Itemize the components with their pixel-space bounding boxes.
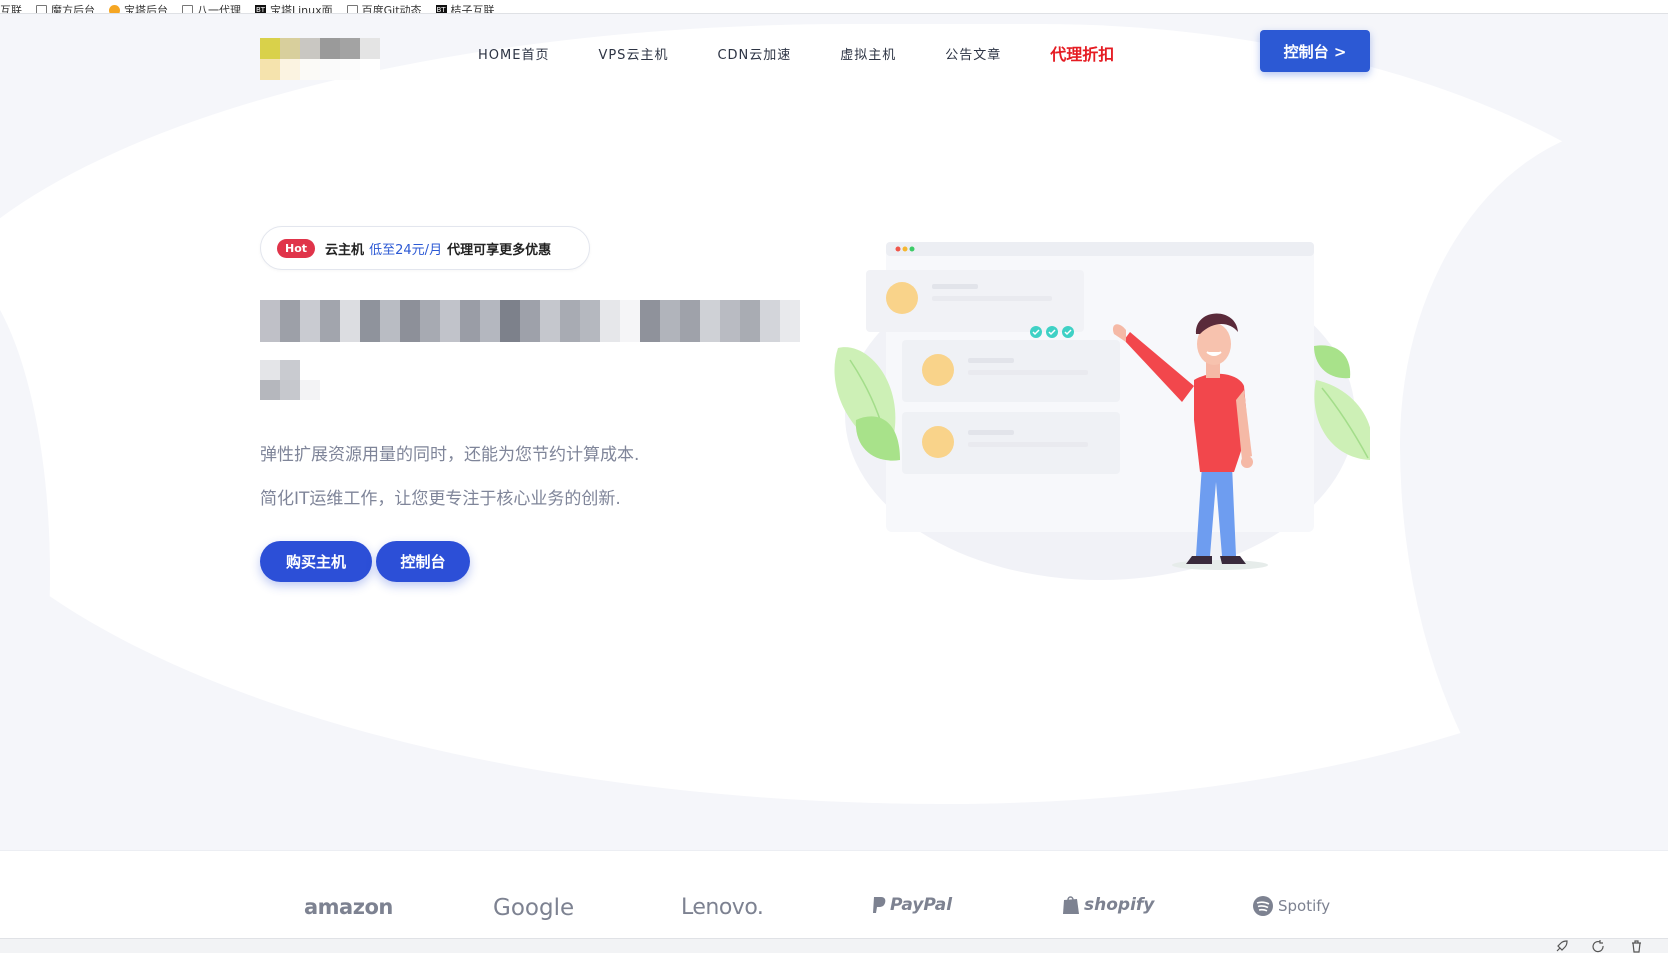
bookmark-label: 互联: [0, 4, 22, 14]
trash-icon[interactable]: [1630, 940, 1643, 953]
buy-host-button[interactable]: 购买主机: [260, 541, 372, 582]
console-header-button[interactable]: 控制台 >: [1260, 30, 1370, 72]
nav-announcements[interactable]: 公告文章: [945, 44, 1001, 63]
bookmark-item[interactable]: BT 桔子互联: [435, 2, 495, 14]
bookmark-item[interactable]: BT 宝塔Linux面: [255, 2, 333, 14]
brand-label: Google: [493, 895, 575, 921]
hero-subtitle: 简化IT运维工作，让您更专注于核心业务的创新.: [260, 489, 621, 509]
main-nav: HOME首页 VPS云主机 CDN云加速 虚拟主机 公告文章 代理折扣: [478, 38, 1163, 68]
bookmark-item[interactable]: 宝塔后台: [109, 2, 168, 14]
brand-label: Lenovo.: [681, 895, 764, 920]
promo-text-product: 云主机: [325, 242, 365, 258]
rocket-icon[interactable]: [1555, 940, 1568, 953]
shopify-logo: shopify: [1062, 895, 1154, 915]
bt-icon: BT: [255, 4, 266, 14]
brand-label: PayPal: [890, 895, 953, 915]
bookmark-label: 八一代理: [197, 4, 241, 14]
promo-text-price: 低至24元/月: [369, 242, 443, 258]
promo-pill[interactable]: Hot 云主机 低至24元/月 代理可享更多优惠: [260, 226, 590, 270]
nav-home[interactable]: HOME首页: [478, 44, 549, 63]
bt-icon: BT: [435, 4, 447, 14]
bookmark-label: 魔方后台: [51, 4, 95, 14]
hero-subtitle: 弹性扩展资源用量的同时，还能为您节约计算成本.: [260, 445, 640, 465]
browser-status-bar: [0, 938, 1668, 953]
nav-vps[interactable]: VPS云主机: [598, 44, 668, 63]
spotify-logo: Spotify: [1252, 895, 1330, 917]
promo-text-agent: 代理可享更多优惠: [447, 242, 552, 258]
message-card-icon: [866, 270, 1084, 332]
google-logo: Google: [493, 895, 574, 921]
bookmark-label: 宝塔后台: [124, 4, 168, 14]
hero-illustration: [834, 242, 1370, 580]
lenovo-logo: Lenovo.: [681, 895, 764, 920]
check-dots-icon: [1030, 326, 1074, 338]
nav-virtual-host[interactable]: 虚拟主机: [840, 44, 896, 63]
bookmark-label: 宝塔Linux面: [270, 4, 333, 14]
hot-badge: Hot: [277, 238, 316, 258]
bookmarks-bar: 互联 魔方后台 宝塔后台 八一代理 BT 宝塔Linux面 百度Git动态 BT 桔…: [0, 0, 1668, 14]
shopify-bag-icon: [1063, 896, 1079, 914]
paypal-logo: PayPal: [872, 895, 952, 915]
paypal-icon: [873, 897, 886, 913]
refresh-icon[interactable]: [1592, 940, 1605, 953]
bookmark-label: 百度Git动态: [361, 4, 422, 14]
spotify-icon: [1253, 896, 1273, 916]
bookmark-item[interactable]: 魔方后台: [36, 2, 95, 14]
hero-title-redacted: [260, 300, 800, 342]
orange-icon: [109, 4, 120, 13]
page-icon: [346, 4, 358, 13]
nav-cdn[interactable]: CDN云加速: [717, 44, 791, 63]
browser-window-icon: [886, 242, 1314, 256]
amazon-logo: amazon: [304, 895, 393, 919]
partner-logos-strip: [0, 850, 1668, 938]
message-card-icon: [902, 412, 1120, 474]
bookmark-item[interactable]: 八一代理: [182, 2, 241, 14]
console-button[interactable]: 控制台: [376, 541, 470, 582]
bookmark-item[interactable]: 百度Git动态: [346, 2, 422, 14]
bookmark-item[interactable]: 互联: [0, 2, 22, 14]
brand-label: amazon: [304, 895, 393, 919]
bookmark-label: 桔子互联: [450, 4, 495, 14]
page-icon: [36, 4, 47, 13]
brand-label: shopify: [1084, 895, 1155, 915]
message-card-icon: [902, 340, 1120, 402]
page-icon: [182, 4, 193, 13]
site-logo[interactable]: [260, 38, 380, 80]
brand-label: Spotify: [1278, 897, 1331, 915]
hero-title-redacted: [260, 360, 320, 410]
nav-agent-discount[interactable]: 代理折扣: [1050, 41, 1114, 65]
